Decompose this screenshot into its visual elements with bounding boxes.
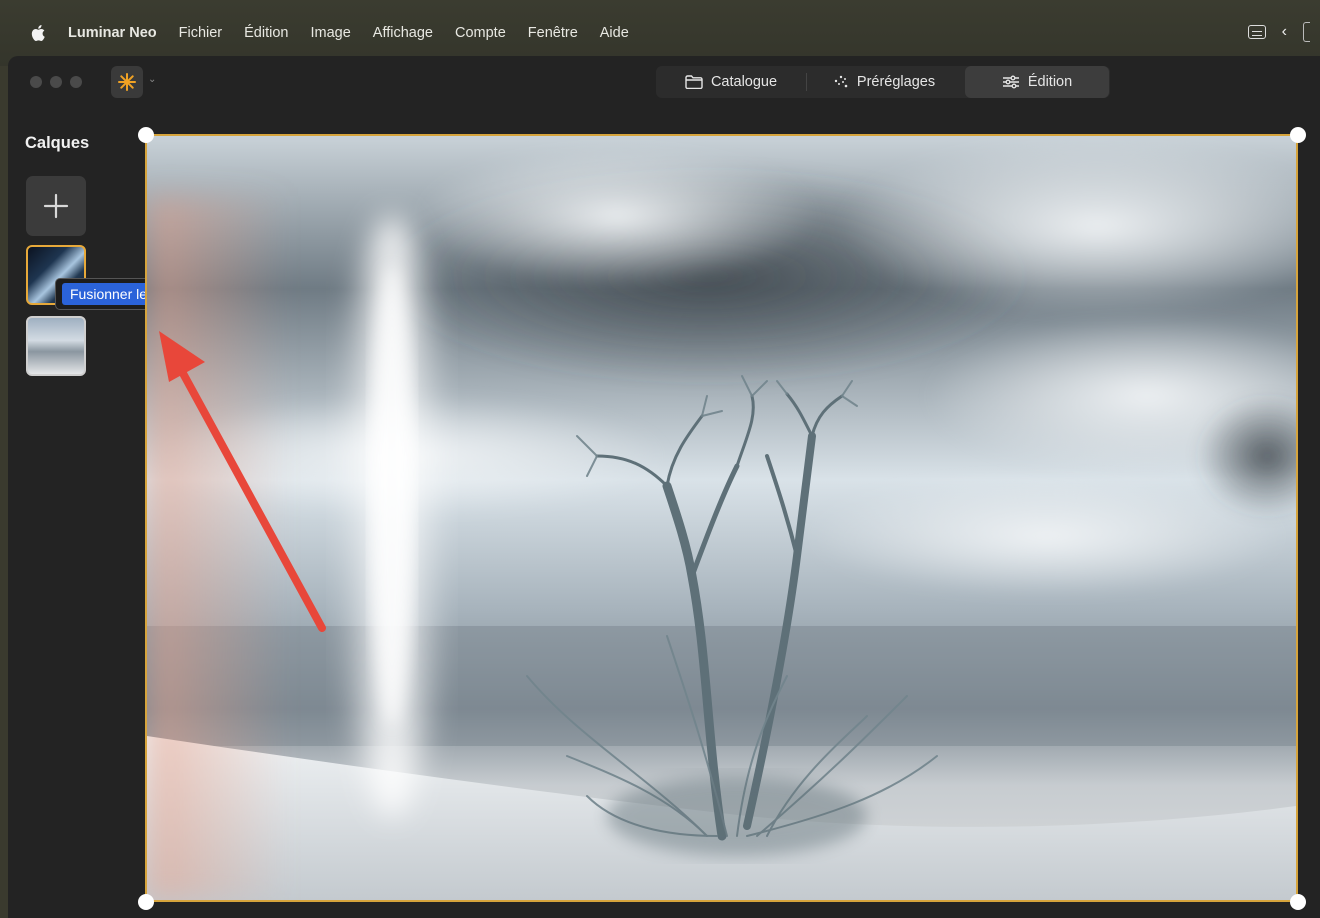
overflow-edge-icon[interactable] [1303,22,1310,42]
close-window-button[interactable] [30,76,42,88]
menu-image[interactable]: Image [310,25,350,41]
layer-thumbnail-photo[interactable] [26,316,86,376]
chevron-left-icon[interactable]: ‹ [1282,24,1287,40]
menu-aide[interactable]: Aide [600,25,629,41]
window-menu-icon[interactable] [1247,25,1266,39]
tab-catalogue-label: Catalogue [710,74,778,90]
zoom-window-button[interactable] [70,76,82,88]
folder-icon [685,75,703,89]
toolbar: ⌄ Catalogue Préréglages Édition [8,56,1320,110]
resize-handle-bottom-right[interactable] [1290,894,1306,910]
menu-edition[interactable]: Édition [244,25,288,41]
menu-fenetre[interactable]: Fenêtre [528,25,578,41]
layers-panel-title: Calques [25,134,90,152]
sparkle-icon [834,75,848,88]
resize-handle-top-right[interactable] [1290,127,1306,143]
menu-affichage[interactable]: Affichage [373,25,433,41]
minimize-window-button[interactable] [50,76,62,88]
chevron-down-icon[interactable]: ⌄ [148,74,156,85]
resize-handle-top-left[interactable] [138,127,154,143]
resize-handle-bottom-left[interactable] [138,894,154,910]
app-window: ⌄ Catalogue Préréglages Édition Calques … [8,56,1320,918]
plus-icon [43,193,69,219]
tab-catalogue[interactable]: Catalogue [656,66,806,98]
menu-compte[interactable]: Compte [455,25,506,41]
sparkle-sun-icon [118,73,136,91]
add-layer-button[interactable] [26,176,86,236]
sliders-icon [1002,75,1019,89]
photo-canvas[interactable] [145,134,1298,902]
tab-edition-label: Édition [1027,74,1073,90]
tab-prereglages-label: Préréglages [856,74,936,90]
tools-menu-button[interactable] [111,66,143,98]
tab-edition[interactable]: Édition [965,66,1109,98]
tab-prereglages[interactable]: Préréglages [807,66,961,98]
menu-fichier[interactable]: Fichier [179,25,223,41]
edited-photo [147,136,1296,900]
mode-switcher: Catalogue Préréglages Édition [656,66,1110,98]
apple-icon[interactable] [30,23,48,43]
menu-app-name[interactable]: Luminar Neo [68,25,157,41]
